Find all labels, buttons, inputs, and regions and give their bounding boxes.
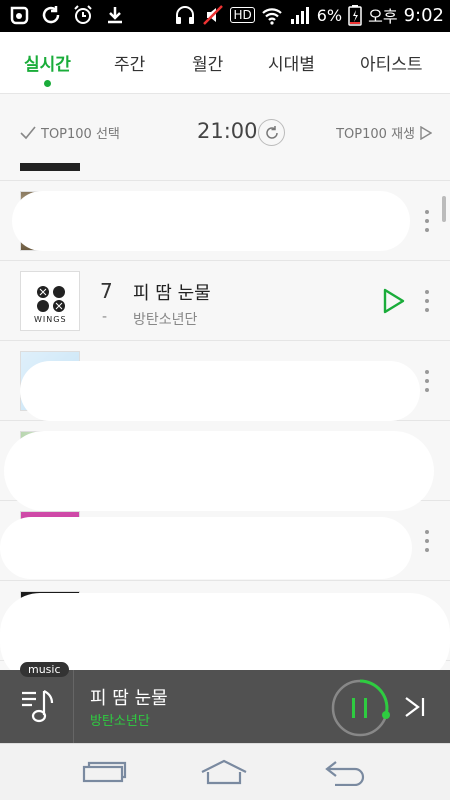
play-triangle-icon[interactable]: [382, 288, 406, 314]
player-song-title: 피 땀 눈물: [90, 688, 168, 709]
active-tab-indicator: [44, 80, 51, 87]
more-options-button[interactable]: [424, 370, 430, 392]
status-bar: HD 6% 오후 9:02: [0, 0, 450, 32]
battery-charging-icon: [348, 5, 362, 26]
next-track-icon[interactable]: [402, 694, 428, 720]
playlist-music-icon[interactable]: [18, 685, 58, 727]
redaction-overlay: [4, 431, 434, 511]
tab-weekly[interactable]: 주간: [114, 50, 145, 75]
hd-badge: HD: [230, 7, 255, 23]
player-divider: [73, 670, 74, 743]
tab-monthly[interactable]: 월간: [192, 50, 223, 75]
rank-change: -: [102, 309, 108, 325]
status-time: 9:02: [403, 4, 444, 26]
refresh-notification-icon: [42, 6, 60, 24]
status-ampm: 오후: [368, 7, 398, 26]
system-nav-bar: [0, 743, 450, 800]
redaction-overlay: [0, 593, 450, 670]
top100-play-label: TOP100 재생: [336, 127, 415, 142]
top100-play-button[interactable]: TOP100 재생: [336, 123, 432, 142]
album-thumbnail: [20, 163, 80, 171]
chart-list: WINGS 7 - 피 땀 눈물 방탄소년단: [0, 163, 450, 670]
song-artist: 방탄소년단: [133, 312, 198, 328]
home-icon[interactable]: [200, 758, 248, 786]
list-item[interactable]: [0, 163, 450, 181]
album-art-text: WINGS: [34, 315, 67, 324]
pause-button[interactable]: [330, 678, 390, 738]
redaction-overlay: [12, 191, 410, 251]
battery-percent: 6%: [316, 5, 343, 25]
tab-by-era[interactable]: 시대별: [268, 50, 315, 75]
status-left-icons: [8, 4, 126, 26]
redaction-overlay: [20, 361, 420, 421]
wifi-icon: [261, 8, 282, 25]
top100-select-button[interactable]: TOP100 선택: [20, 123, 120, 142]
status-right-icons: HD 6% 오후 9:02: [174, 3, 444, 27]
recent-apps-icon[interactable]: [80, 758, 128, 786]
song-title: 피 땀 눈물: [133, 283, 211, 304]
chart-tabs: 실시간 주간 월간 시대별 아티스트: [0, 32, 450, 94]
check-icon: [20, 125, 36, 139]
player-song-artist: 방탄소년단: [90, 714, 150, 729]
play-outline-icon: [420, 125, 432, 140]
headphones-icon: [176, 6, 195, 24]
top100-select-label: TOP100 선택: [41, 127, 120, 142]
refresh-button[interactable]: [258, 119, 285, 146]
app-notification-icon: [10, 6, 29, 25]
signal-icon: [290, 7, 309, 24]
rank-number: 7: [100, 279, 113, 303]
album-thumbnail: WINGS: [20, 271, 80, 331]
download-icon: [108, 7, 122, 24]
tab-realtime[interactable]: 실시간: [24, 50, 71, 75]
tab-artist[interactable]: 아티스트: [360, 50, 423, 75]
more-options-button[interactable]: [424, 290, 430, 312]
alarm-icon: [74, 5, 92, 24]
list-scrollbar[interactable]: [442, 196, 446, 222]
chart-subheader: TOP100 선택 21:00 TOP100 재생: [0, 95, 450, 165]
mute-icon: [203, 5, 224, 25]
chart-time: 21:00: [197, 119, 258, 143]
list-item[interactable]: WINGS 7 - 피 땀 눈물 방탄소년단: [0, 261, 450, 341]
more-options-button[interactable]: [424, 530, 430, 552]
music-tag: music: [20, 662, 69, 677]
back-icon[interactable]: [322, 758, 370, 786]
more-options-button[interactable]: [424, 210, 430, 232]
pause-icon: [352, 698, 355, 718]
refresh-icon: [265, 125, 278, 139]
screen: HD 6% 오후 9:02 실시간 주간 월간 시대별 아티스트 TOP100 …: [0, 0, 450, 800]
redaction-overlay: [0, 517, 412, 579]
